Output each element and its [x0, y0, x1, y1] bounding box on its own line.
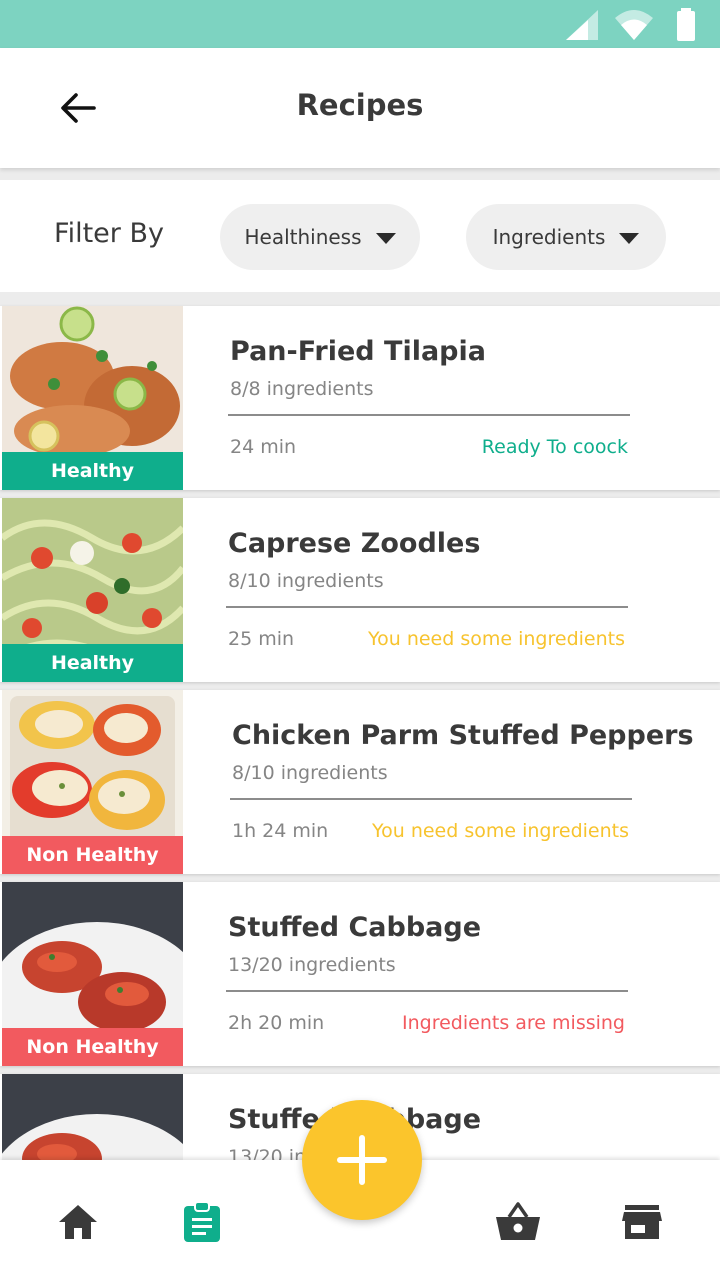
battery-icon	[677, 8, 695, 41]
recipe-status: Ready To coock	[481, 436, 628, 458]
signal-icon	[566, 10, 598, 40]
ingredients-filter-dropdown[interactable]: Ingredients	[466, 204, 666, 270]
ingredients-count: 8/8 ingredients	[230, 378, 374, 400]
divider	[228, 414, 630, 416]
ingredients-count: 13/20 ingredients	[228, 954, 396, 976]
recipe-card[interactable]: Healthy Caprese Zoodles 8/10 ingredients…	[0, 498, 720, 682]
wifi-icon	[615, 10, 653, 40]
caret-down-icon	[619, 232, 640, 244]
store-icon	[622, 1205, 662, 1239]
clipboard-icon	[184, 1201, 220, 1242]
divider	[226, 606, 628, 608]
divider	[226, 990, 628, 992]
cook-time: 1h 24 min	[232, 820, 329, 842]
nav-basket[interactable]	[494, 1198, 542, 1246]
nav-recipes[interactable]	[178, 1198, 226, 1246]
ingredients-filter-label: Ingredients	[492, 225, 606, 249]
plus-icon	[337, 1135, 387, 1185]
recipe-title: Pan-Fried Tilapia	[230, 336, 486, 367]
healthiness-filter-label: Healthiness	[244, 225, 362, 249]
recipe-status: You need some ingredients	[372, 820, 629, 842]
recipe-title: Chicken Parm Stuffed Peppers	[232, 720, 694, 751]
ingredients-count: 8/10 ingredients	[228, 570, 384, 592]
home-icon	[59, 1205, 97, 1239]
nav-store[interactable]	[618, 1198, 666, 1246]
cook-time: 2h 20 min	[228, 1012, 325, 1034]
basket-icon	[496, 1202, 540, 1240]
recipe-status: You need some ingredients	[368, 628, 625, 650]
recipe-card[interactable]: Healthy Pan-Fried Tilapia 8/8 ingredient…	[0, 306, 720, 490]
health-badge: Non Healthy	[2, 1028, 183, 1066]
cook-time: 24 min	[230, 436, 297, 458]
health-badge: Non Healthy	[2, 836, 183, 874]
recipe-title: Caprese Zoodles	[228, 528, 481, 559]
healthiness-filter-dropdown[interactable]: Healthiness	[220, 204, 420, 270]
filter-bar: Filter By Healthiness Ingredients	[0, 180, 720, 292]
add-recipe-button[interactable]	[302, 1100, 422, 1220]
health-badge: Healthy	[2, 452, 183, 490]
cook-time: 25 min	[228, 628, 295, 650]
filter-label: Filter By	[54, 218, 164, 249]
recipe-card[interactable]: Non Healthy Stuffed Cabbage 13/20 ingred…	[0, 882, 720, 1066]
divider	[230, 798, 632, 800]
app-header: Recipes	[0, 48, 720, 168]
page-title: Recipes	[296, 88, 424, 122]
ingredients-count: 8/10 ingredients	[232, 762, 388, 784]
recipe-title: Stuffed Cabbage	[228, 912, 482, 943]
recipe-status: Ingredients are missing	[402, 1012, 625, 1034]
nav-home[interactable]	[54, 1198, 102, 1246]
health-badge: Healthy	[2, 644, 183, 682]
status-bar	[0, 0, 720, 48]
caret-down-icon	[375, 232, 396, 244]
recipe-card[interactable]: Non Healthy Chicken Parm Stuffed Peppers…	[0, 690, 720, 874]
